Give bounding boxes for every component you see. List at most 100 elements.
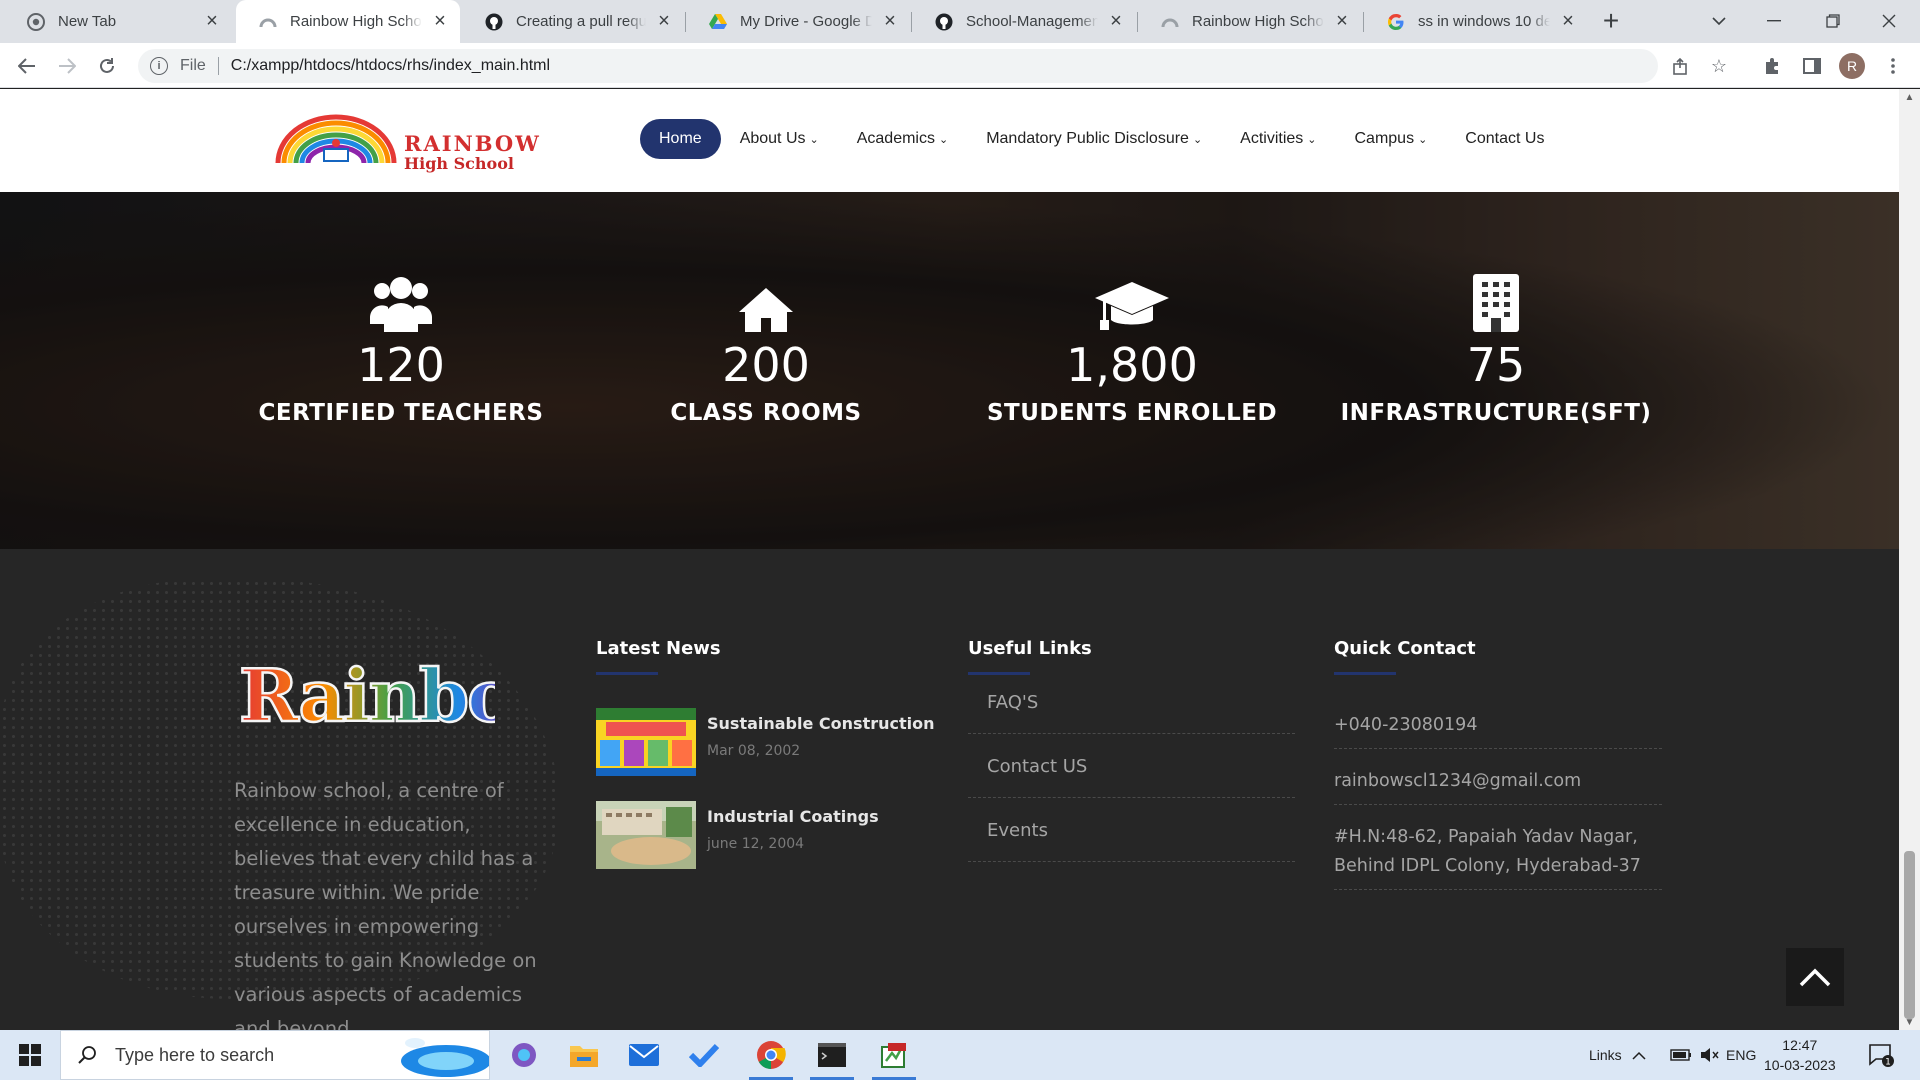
todo-app-icon[interactable] xyxy=(674,1030,734,1080)
tab-new-tab[interactable]: New Tab × xyxy=(4,0,232,43)
nav-mandatory-public-disclosure[interactable]: Mandatory Public Disclosure ⌄ xyxy=(967,119,1221,159)
profile-avatar[interactable]: R xyxy=(1839,53,1865,79)
chrome-icon xyxy=(26,12,46,32)
scrollbar-thumb[interactable] xyxy=(1904,851,1915,1019)
volume-muted-icon[interactable] xyxy=(1700,1030,1720,1080)
file-explorer-icon[interactable] xyxy=(554,1030,614,1080)
news-thumbnail-image[interactable] xyxy=(596,708,696,776)
rainbow-arc-icon xyxy=(275,114,397,164)
scroll-up-arrow-icon[interactable]: ▲ xyxy=(1899,89,1920,105)
news-title[interactable]: Industrial Coatings xyxy=(707,807,879,826)
chevron-up-tray-icon[interactable] xyxy=(1632,1030,1646,1080)
chevron-down-icon: ⌄ xyxy=(1418,133,1428,146)
nav-campus[interactable]: Campus ⌄ xyxy=(1336,119,1447,159)
mail-app-icon[interactable] xyxy=(614,1030,674,1080)
forward-arrow-icon[interactable] xyxy=(52,51,82,81)
close-tab-icon[interactable]: × xyxy=(654,10,674,32)
share-icon[interactable] xyxy=(1666,49,1696,83)
news-title[interactable]: Sustainable Construction xyxy=(707,714,935,733)
search-placeholder: Type here to search xyxy=(115,1044,275,1065)
tab-search-chevron-icon[interactable] xyxy=(1696,4,1742,38)
page-viewport: RAINBOW High School Home About Us ⌄ Acade… xyxy=(0,89,1899,1030)
taskbar-clock[interactable]: 12:47 10-03-2023 xyxy=(1764,1035,1836,1075)
tab-title: Rainbow High School xyxy=(290,13,422,30)
news-date: Mar 08, 2002 xyxy=(707,743,801,759)
close-tab-icon[interactable]: × xyxy=(430,10,450,32)
tab-google-search[interactable]: ss in windows 10 dell × xyxy=(1364,0,1588,43)
google-drive-icon xyxy=(708,12,728,32)
minimize-button[interactable] xyxy=(1751,4,1797,38)
close-tab-icon[interactable]: × xyxy=(1558,10,1578,32)
close-window-button[interactable] xyxy=(1866,4,1912,38)
close-tab-icon[interactable]: × xyxy=(880,10,900,32)
back-arrow-icon[interactable] xyxy=(12,51,42,81)
building-icon xyxy=(1331,274,1661,332)
github-icon xyxy=(484,12,504,32)
bookmark-star-icon[interactable]: ☆ xyxy=(1704,49,1734,83)
menu-kebab-icon[interactable] xyxy=(1878,51,1908,81)
search-icon xyxy=(78,1046,96,1064)
tab-title: School-Management xyxy=(966,13,1098,30)
stat-value: 1,800 xyxy=(1066,338,1198,392)
link-faqs[interactable]: FAQ'S xyxy=(968,671,1295,734)
nav-label: Academics xyxy=(856,130,935,147)
extensions-puzzle-icon[interactable] xyxy=(1757,51,1787,81)
copilot-app-icon[interactable] xyxy=(494,1030,554,1080)
logo-subtitle: High School xyxy=(404,154,514,173)
side-panel-icon[interactable] xyxy=(1797,51,1827,81)
stat-label: CERTIFIED TEACHERS xyxy=(258,400,544,426)
scroll-to-top-button[interactable] xyxy=(1786,948,1844,1006)
nav-label: Mandatory Public Disclosure xyxy=(986,130,1189,147)
link-events[interactable]: Events xyxy=(968,799,1295,862)
tab-google-drive[interactable]: My Drive - Google Drive × xyxy=(686,0,910,43)
close-tab-icon[interactable]: × xyxy=(1106,10,1126,32)
restore-button[interactable] xyxy=(1810,4,1856,38)
clock-time: 12:47 xyxy=(1782,1037,1818,1053)
close-tab-icon[interactable]: × xyxy=(1332,10,1352,32)
chevron-up-icon xyxy=(1799,968,1831,987)
windows-start-icon[interactable] xyxy=(0,1030,60,1080)
nav-label: About Us xyxy=(739,130,806,147)
nav-academics[interactable]: Academics ⌄ xyxy=(838,119,967,159)
tab-github-school-management[interactable]: School-Management × xyxy=(912,0,1136,43)
nav-contact-us[interactable]: Contact Us xyxy=(1446,119,1563,159)
nav-home[interactable]: Home xyxy=(640,119,721,159)
rainbow-icon xyxy=(1160,12,1180,32)
language-indicator[interactable]: ENG xyxy=(1726,1030,1756,1080)
useful-links-heading: Useful Links xyxy=(968,638,1092,675)
nav-about-us[interactable]: About Us ⌄ xyxy=(721,119,838,159)
address-bar[interactable]: i File C:/xampp/htdocs/htdocs/rhs/index_… xyxy=(138,49,1727,83)
notification-badge: 1 xyxy=(1885,1058,1891,1068)
url-text[interactable]: C:/xampp/htdocs/htdocs/rhs/index_main.ht… xyxy=(231,57,550,75)
tab-rainbow-active[interactable]: Rainbow High School × xyxy=(236,0,460,43)
battery-icon[interactable] xyxy=(1670,1030,1692,1080)
notification-center-icon[interactable]: 1 xyxy=(1868,1030,1894,1080)
links-toolbar-label[interactable]: Links xyxy=(1589,1030,1622,1080)
news-item[interactable]: Industrial Coatings june 12, 2004 xyxy=(596,801,936,871)
news-thumbnail-image[interactable] xyxy=(596,801,696,869)
google-icon xyxy=(1386,12,1406,32)
contact-phone[interactable]: +040-23080194 xyxy=(1334,711,1662,749)
chevron-down-icon: ⌄ xyxy=(1307,133,1317,146)
stat-label: INFRASTRUCTURE(SFT) xyxy=(1340,400,1652,426)
contact-email[interactable]: rainbowscl1234@gmail.com xyxy=(1334,767,1662,805)
close-tab-icon[interactable]: × xyxy=(202,10,222,32)
news-item[interactable]: Sustainable Construction Mar 08, 2002 xyxy=(596,708,936,778)
nav-activities[interactable]: Activities ⌄ xyxy=(1221,119,1335,159)
reload-icon[interactable] xyxy=(92,51,122,81)
xampp-app-icon[interactable] xyxy=(864,1030,924,1080)
page-scrollbar[interactable]: ▲ ▼ xyxy=(1899,89,1920,1030)
scroll-down-arrow-icon[interactable]: ▼ xyxy=(1899,1014,1920,1030)
link-contact-us[interactable]: Contact US xyxy=(968,735,1295,798)
school-logo[interactable]: RAINBOW High School xyxy=(272,109,547,173)
terminal-app-icon[interactable] xyxy=(802,1030,862,1080)
chrome-taskbar-icon[interactable] xyxy=(741,1030,801,1080)
stats-section: 120 CERTIFIED TEACHERS 200 CLASS ROOMS 1… xyxy=(0,192,1899,549)
new-tab-button[interactable]: + xyxy=(1596,5,1626,36)
tab-github-pull-request[interactable]: Creating a pull request × xyxy=(462,0,684,43)
taskbar-search-input[interactable]: Type here to search xyxy=(60,1030,490,1080)
site-info-icon[interactable]: i xyxy=(150,57,168,75)
users-icon xyxy=(236,274,566,332)
about-text: Rainbow school, a centre of excellence i… xyxy=(234,779,537,1030)
tab-rainbow-second[interactable]: Rainbow High School × xyxy=(1138,0,1362,43)
